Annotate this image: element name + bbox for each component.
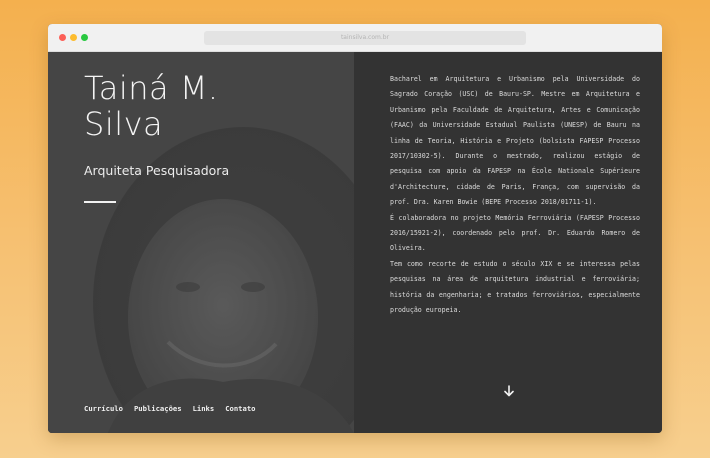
minimize-window-icon[interactable] [70,34,77,41]
bio-paragraph: É colaboradora no projeto Memória Ferrov… [390,213,640,253]
nav-link-publicacoes[interactable]: Publicações [134,404,182,413]
title-divider [84,201,116,203]
bio-text: Bacharel em Arquitetura e Urbanismo pela… [390,72,640,319]
main-nav: Currículo Publicações Links Contato [84,404,256,413]
close-window-icon[interactable] [59,34,66,41]
nav-link-curriculo[interactable]: Currículo [84,404,123,413]
maximize-window-icon[interactable] [81,34,88,41]
bio-paragraph: Tem como recorte de estudo o século XIX … [390,259,640,315]
bio-paragraph: Bacharel em Arquitetura e Urbanismo pela… [390,75,640,207]
arrow-down-icon[interactable] [502,384,516,398]
page-title: Tainá M. Silva [84,69,219,143]
nav-link-contato[interactable]: Contato [225,404,255,413]
browser-window: tainsilva.com.br Tainá M. Silva Arquitet… [48,24,662,433]
hero-panel: Tainá M. Silva Arquiteta Pesquisadora Cu… [48,52,354,433]
address-bar[interactable]: tainsilva.com.br [204,31,526,45]
page-content: Tainá M. Silva Arquiteta Pesquisadora Cu… [48,52,662,433]
bio-panel: Bacharel em Arquitetura e Urbanismo pela… [354,52,662,433]
page-subtitle: Arquiteta Pesquisadora [84,163,230,178]
browser-chrome: tainsilva.com.br [48,24,662,52]
nav-link-links[interactable]: Links [193,404,215,413]
